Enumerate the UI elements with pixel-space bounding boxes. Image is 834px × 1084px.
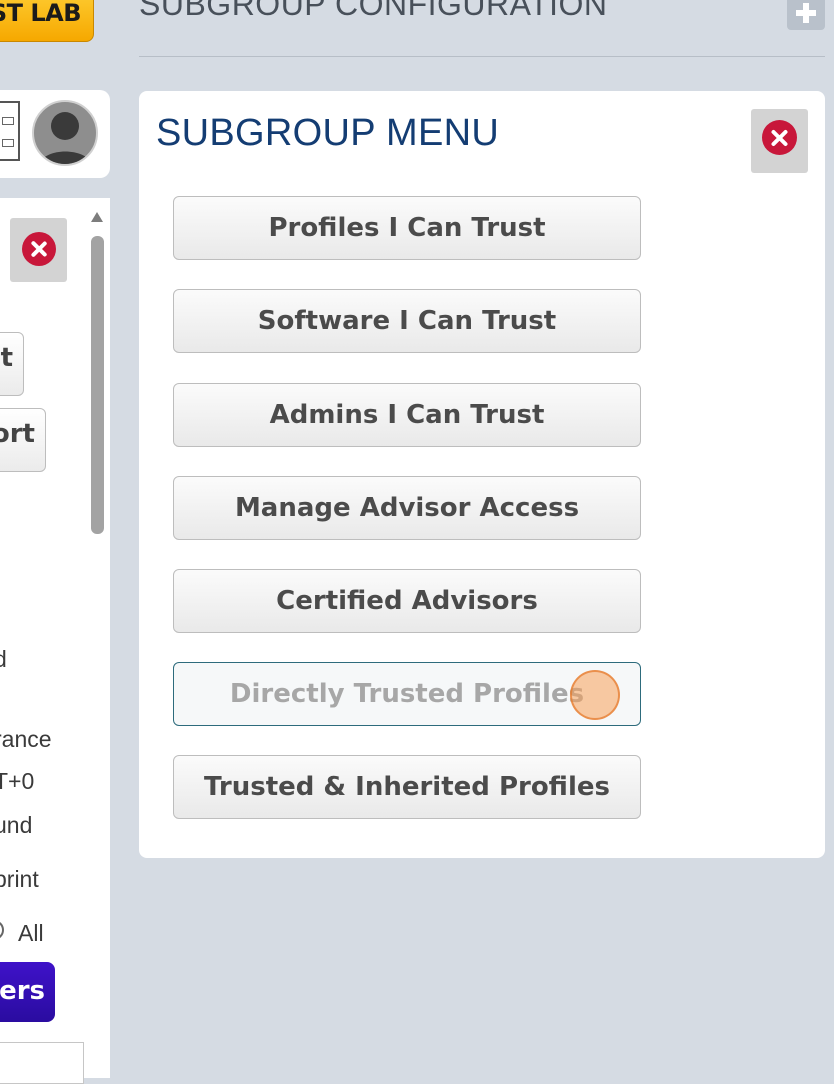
admins-i-can-trust-button[interactable]: Admins I Can Trust (173, 383, 641, 447)
left-button-1-label: t (0, 343, 13, 373)
close-icon (22, 232, 56, 266)
left-button-2-label: ort (0, 419, 35, 449)
left-text-5: print (0, 866, 39, 892)
org-chart-icon[interactable] (0, 101, 20, 161)
left-button-1[interactable]: t (0, 332, 24, 396)
lab-badge[interactable]: ST LAB (0, 0, 94, 42)
left-text-2: rance (0, 726, 52, 752)
plus-icon (796, 3, 816, 23)
software-i-can-trust-button[interactable]: Software I Can Trust (173, 289, 641, 353)
close-icon (762, 120, 797, 155)
left-button-2[interactable]: ort (0, 408, 46, 472)
card-close-button[interactable] (751, 109, 808, 173)
left-text-3: T+0 (0, 768, 35, 794)
trusted-inherited-profiles-button[interactable]: Trusted & Inherited Profiles (173, 755, 641, 819)
lab-badge-label: ST LAB (0, 0, 82, 27)
scrollbar-thumb[interactable] (91, 236, 104, 534)
left-text-1: d (0, 646, 7, 672)
user-avatar-icon[interactable] (32, 100, 98, 166)
primary-left-button[interactable]: ers (0, 962, 55, 1022)
scroll-up-arrow[interactable] (91, 212, 103, 222)
left-panel-close-button[interactable] (10, 218, 67, 282)
header-divider (139, 56, 825, 57)
all-radio-label: All (18, 920, 44, 946)
profiles-i-can-trust-button[interactable]: Profiles I Can Trust (173, 196, 641, 260)
page-title: SUBGROUP CONFIGURATION (139, 0, 608, 22)
manage-advisor-access-button[interactable]: Manage Advisor Access (173, 476, 641, 540)
left-bottom-field[interactable] (0, 1042, 84, 1084)
click-indicator (570, 670, 620, 720)
left-text-4: und (0, 812, 33, 838)
card-title: SUBGROUP MENU (156, 112, 500, 154)
add-button[interactable] (787, 0, 825, 30)
primary-left-button-label: ers (0, 976, 45, 1006)
certified-advisors-button[interactable]: Certified Advisors (173, 569, 641, 633)
